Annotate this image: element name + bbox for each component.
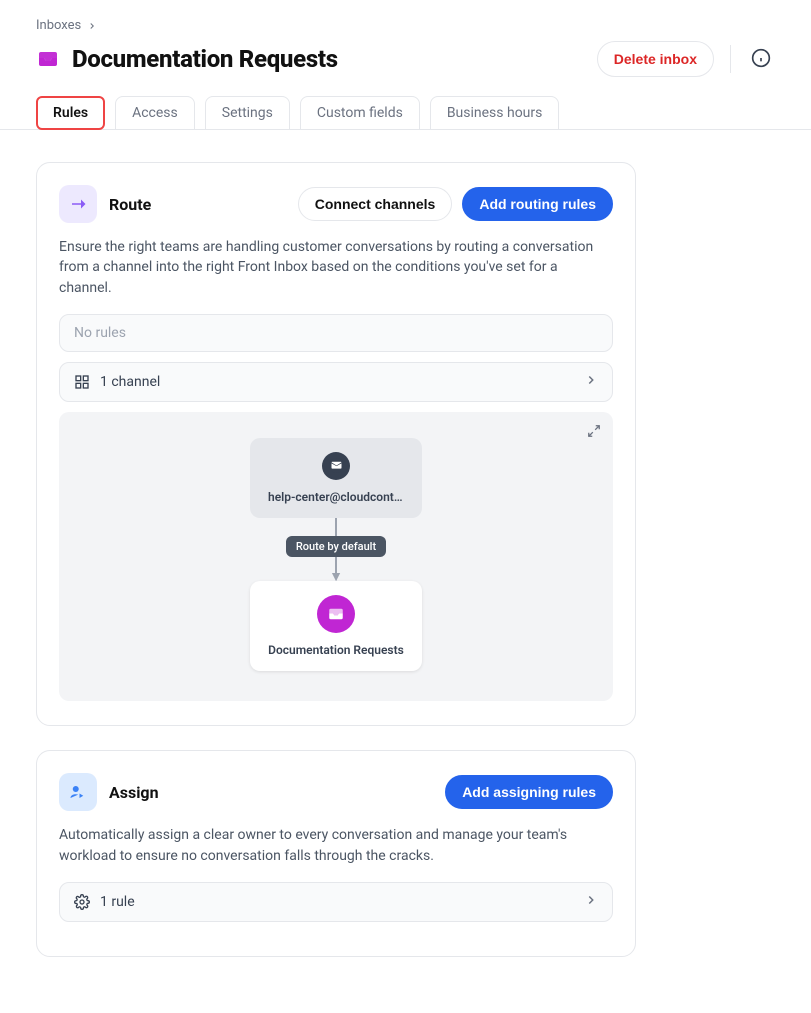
- diagram-source-node[interactable]: help-center@cloudconten...: [250, 438, 422, 518]
- route-icon: [59, 185, 97, 223]
- tab-access[interactable]: Access: [115, 96, 195, 130]
- assign-rules-row[interactable]: 1 rule: [59, 882, 613, 922]
- info-icon: [751, 48, 771, 68]
- route-description: Ensure the right teams are handling cust…: [59, 237, 613, 298]
- diagram-connector: Route by default ▼: [286, 518, 386, 581]
- route-title: Route: [109, 195, 151, 214]
- no-rules-row: No rules: [59, 314, 613, 352]
- expand-icon: [587, 424, 601, 438]
- tabs: Rules Access Settings Custom fields Busi…: [36, 95, 775, 129]
- divider: [730, 45, 731, 73]
- mail-icon: [322, 452, 350, 480]
- expand-diagram-button[interactable]: [587, 424, 601, 441]
- gear-icon: [74, 894, 90, 910]
- page-title: Documentation Requests: [72, 45, 338, 73]
- info-button[interactable]: [747, 44, 775, 75]
- connect-channels-button[interactable]: Connect channels: [298, 187, 453, 221]
- channels-label: 1 channel: [100, 374, 160, 390]
- grid-icon: [74, 374, 90, 390]
- chevron-right-icon: [584, 373, 598, 391]
- breadcrumb: Inboxes: [36, 18, 775, 33]
- diagram-source-label: help-center@cloudconten...: [268, 490, 404, 504]
- no-rules-label: No rules: [74, 325, 126, 341]
- inbox-icon: [317, 595, 355, 633]
- diagram-dest-node[interactable]: Documentation Requests: [250, 581, 422, 671]
- add-assigning-rules-button[interactable]: Add assigning rules: [445, 775, 613, 809]
- tab-business-hours[interactable]: Business hours: [430, 96, 560, 130]
- assign-icon: [59, 773, 97, 811]
- routing-diagram: help-center@cloudconten... Route by defa…: [59, 412, 613, 701]
- add-routing-rules-button[interactable]: Add routing rules: [462, 187, 613, 221]
- route-card: Route Connect channels Add routing rules…: [36, 162, 636, 726]
- inbox-icon: [36, 47, 60, 71]
- chevron-right-icon: [87, 21, 97, 31]
- assign-description: Automatically assign a clear owner to ev…: [59, 825, 613, 866]
- channels-row[interactable]: 1 channel: [59, 362, 613, 402]
- chevron-right-icon: [584, 893, 598, 911]
- route-badge: Route by default: [286, 536, 386, 557]
- assign-title: Assign: [109, 783, 159, 802]
- assign-card: Assign Add assigning rules Automatically…: [36, 750, 636, 957]
- breadcrumb-parent[interactable]: Inboxes: [36, 18, 81, 33]
- tab-rules[interactable]: Rules: [36, 96, 105, 130]
- tab-settings[interactable]: Settings: [205, 96, 290, 130]
- tab-custom-fields[interactable]: Custom fields: [300, 96, 420, 130]
- delete-inbox-button[interactable]: Delete inbox: [597, 41, 714, 77]
- diagram-dest-label: Documentation Requests: [268, 643, 404, 657]
- assign-rules-label: 1 rule: [100, 894, 135, 910]
